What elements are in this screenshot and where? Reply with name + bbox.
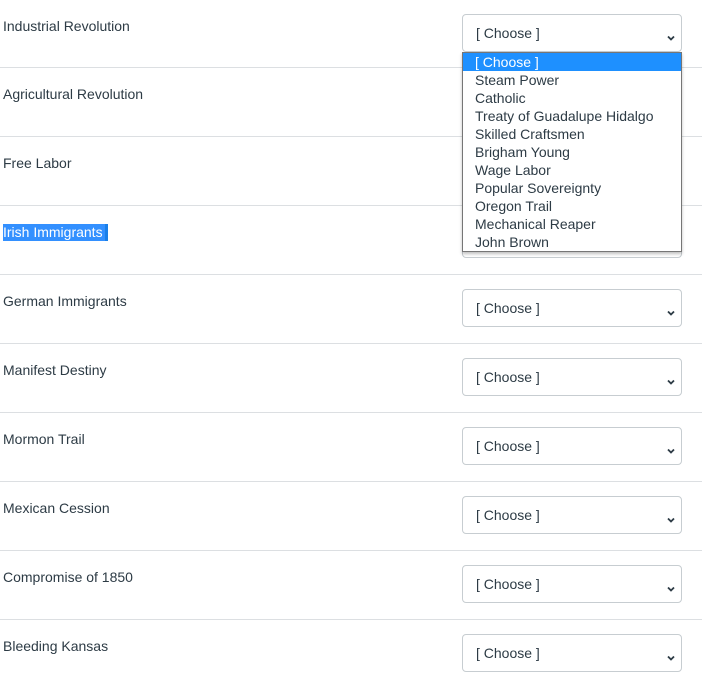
match-row: Manifest Destiny [ Choose ] xyxy=(0,344,702,413)
match-term-label: Bleeding Kansas xyxy=(3,638,109,654)
match-term-label: Industrial Revolution xyxy=(3,18,130,34)
match-row: German Immigrants [ Choose ] xyxy=(0,275,702,344)
match-row: Bleeding Kansas [ Choose ] xyxy=(0,620,702,689)
select-value: [ Choose ] xyxy=(476,300,540,316)
dropdown-option[interactable]: Steam Power xyxy=(463,71,681,89)
dropdown-option[interactable]: Wage Labor xyxy=(463,161,681,179)
select-value: [ Choose ] xyxy=(476,507,540,523)
open-select-dropdown[interactable]: [ Choose ] Steam Power Catholic Treaty of G… xyxy=(462,52,682,252)
select-value: [ Choose ] xyxy=(476,25,540,41)
answer-select[interactable]: [ Choose ] xyxy=(462,427,682,465)
match-term-label: Compromise of 1850 xyxy=(3,569,133,585)
dropdown-option[interactable]: Skilled Craftsmen xyxy=(463,125,681,143)
answer-select[interactable]: [ Choose ] xyxy=(462,565,682,603)
chevron-down-icon xyxy=(667,511,675,523)
chevron-down-icon xyxy=(667,580,675,592)
match-term-label: Mexican Cession xyxy=(3,500,110,516)
chevron-down-icon xyxy=(667,29,675,41)
select-value: [ Choose ] xyxy=(476,438,540,454)
dropdown-option[interactable]: Mechanical Reaper xyxy=(463,215,681,233)
match-term-label: Irish Immigrants xyxy=(3,224,108,241)
answer-select[interactable]: [ Choose ] xyxy=(462,289,682,327)
match-term-label: Agricultural Revolution xyxy=(3,86,144,102)
match-row: Compromise of 1850 [ Choose ] xyxy=(0,551,702,620)
select-value: [ Choose ] xyxy=(476,576,540,592)
answer-select[interactable]: [ Choose ] xyxy=(462,496,682,534)
answer-select[interactable]: [ Choose ] xyxy=(462,358,682,396)
match-term-label: Manifest Destiny xyxy=(3,362,107,378)
chevron-down-icon xyxy=(667,304,675,316)
match-row: Mexican Cession [ Choose ] xyxy=(0,482,702,551)
chevron-down-icon xyxy=(667,649,675,661)
chevron-down-icon xyxy=(667,373,675,385)
select-value: [ Choose ] xyxy=(476,369,540,385)
dropdown-option[interactable]: [ Choose ] xyxy=(463,53,681,71)
answer-select[interactable]: [ Choose ] xyxy=(462,14,682,52)
dropdown-option[interactable]: Catholic xyxy=(463,89,681,107)
dropdown-option[interactable]: Popular Sovereignty xyxy=(463,179,681,197)
dropdown-option[interactable]: Brigham Young xyxy=(463,143,681,161)
match-term-label: Free Labor xyxy=(3,155,72,171)
match-term-label: German Immigrants xyxy=(3,293,127,309)
dropdown-option[interactable]: Oregon Trail xyxy=(463,197,681,215)
answer-select[interactable]: [ Choose ] xyxy=(462,634,682,672)
dropdown-option[interactable]: John Brown xyxy=(463,233,681,251)
select-value: [ Choose ] xyxy=(476,645,540,661)
match-row: Mormon Trail [ Choose ] xyxy=(0,413,702,482)
chevron-down-icon xyxy=(667,442,675,454)
match-term-label: Mormon Trail xyxy=(3,431,85,447)
dropdown-option[interactable]: Treaty of Guadalupe Hidalgo xyxy=(463,107,681,125)
